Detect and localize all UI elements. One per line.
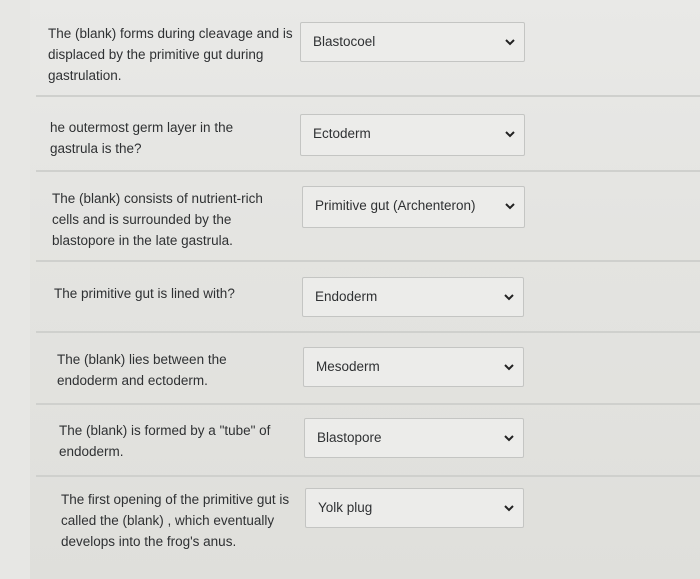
question-text: The (blank) lies between the endoderm an… xyxy=(57,352,227,388)
row-divider xyxy=(36,475,700,477)
answer-dropdown[interactable]: Primitive gut (Archenteron) xyxy=(302,186,525,228)
dropdown-value: Blastopore xyxy=(317,430,382,445)
chevron-down-icon xyxy=(504,294,514,301)
question-text: he outermost germ layer in the gastrula … xyxy=(50,120,234,156)
question-text: The (blank) forms during cleavage and is… xyxy=(48,26,293,83)
dropdown-value: Primitive gut (Archenteron) xyxy=(315,198,476,213)
page-margin xyxy=(0,0,30,579)
question-sheet: The (blank) forms during cleavage and is… xyxy=(0,0,700,579)
answer-dropdown[interactable]: Ectoderm xyxy=(300,114,525,156)
answer-dropdown[interactable]: Yolk plug xyxy=(305,488,524,528)
question-text: The (blank) is formed by a "tube" of end… xyxy=(59,423,271,459)
dropdown-value: Endoderm xyxy=(315,289,378,304)
answer-dropdown[interactable]: Mesoderm xyxy=(303,347,524,387)
question-prompt: The (blank) lies between the endoderm an… xyxy=(57,349,272,391)
chevron-down-icon xyxy=(505,203,515,210)
question-prompt: he outermost germ layer in the gastrula … xyxy=(50,117,265,159)
question-text: The primitive gut is lined with? xyxy=(54,286,235,301)
question-prompt: The primitive gut is lined with? xyxy=(54,283,284,304)
answer-dropdown[interactable]: Blastopore xyxy=(304,418,524,458)
question-prompt: The (blank) is formed by a "tube" of end… xyxy=(59,420,294,462)
question-prompt: The (blank) forms during cleavage and is… xyxy=(48,23,303,86)
dropdown-value: Yolk plug xyxy=(318,500,373,515)
chevron-down-icon xyxy=(504,435,514,442)
question-prompt: The (blank) consists of nutrient-rich ce… xyxy=(52,188,292,251)
question-text: The first opening of the primitive gut i… xyxy=(61,492,290,549)
chevron-down-icon xyxy=(504,505,514,512)
dropdown-value: Blastocoel xyxy=(313,34,376,49)
chevron-down-icon xyxy=(505,131,515,138)
answer-dropdown[interactable]: Blastocoel xyxy=(300,22,525,62)
chevron-down-icon xyxy=(504,364,514,371)
row-divider xyxy=(36,403,700,405)
answer-dropdown[interactable]: Endoderm xyxy=(302,277,524,317)
question-text: The (blank) consists of nutrient-rich ce… xyxy=(52,191,263,248)
chevron-down-icon xyxy=(505,39,515,46)
row-divider xyxy=(36,95,700,97)
row-divider xyxy=(36,331,700,333)
dropdown-value: Mesoderm xyxy=(316,359,380,374)
dropdown-value: Ectoderm xyxy=(313,126,371,141)
row-divider xyxy=(36,260,700,262)
row-divider xyxy=(36,170,700,172)
question-prompt: The first opening of the primitive gut i… xyxy=(61,489,306,552)
